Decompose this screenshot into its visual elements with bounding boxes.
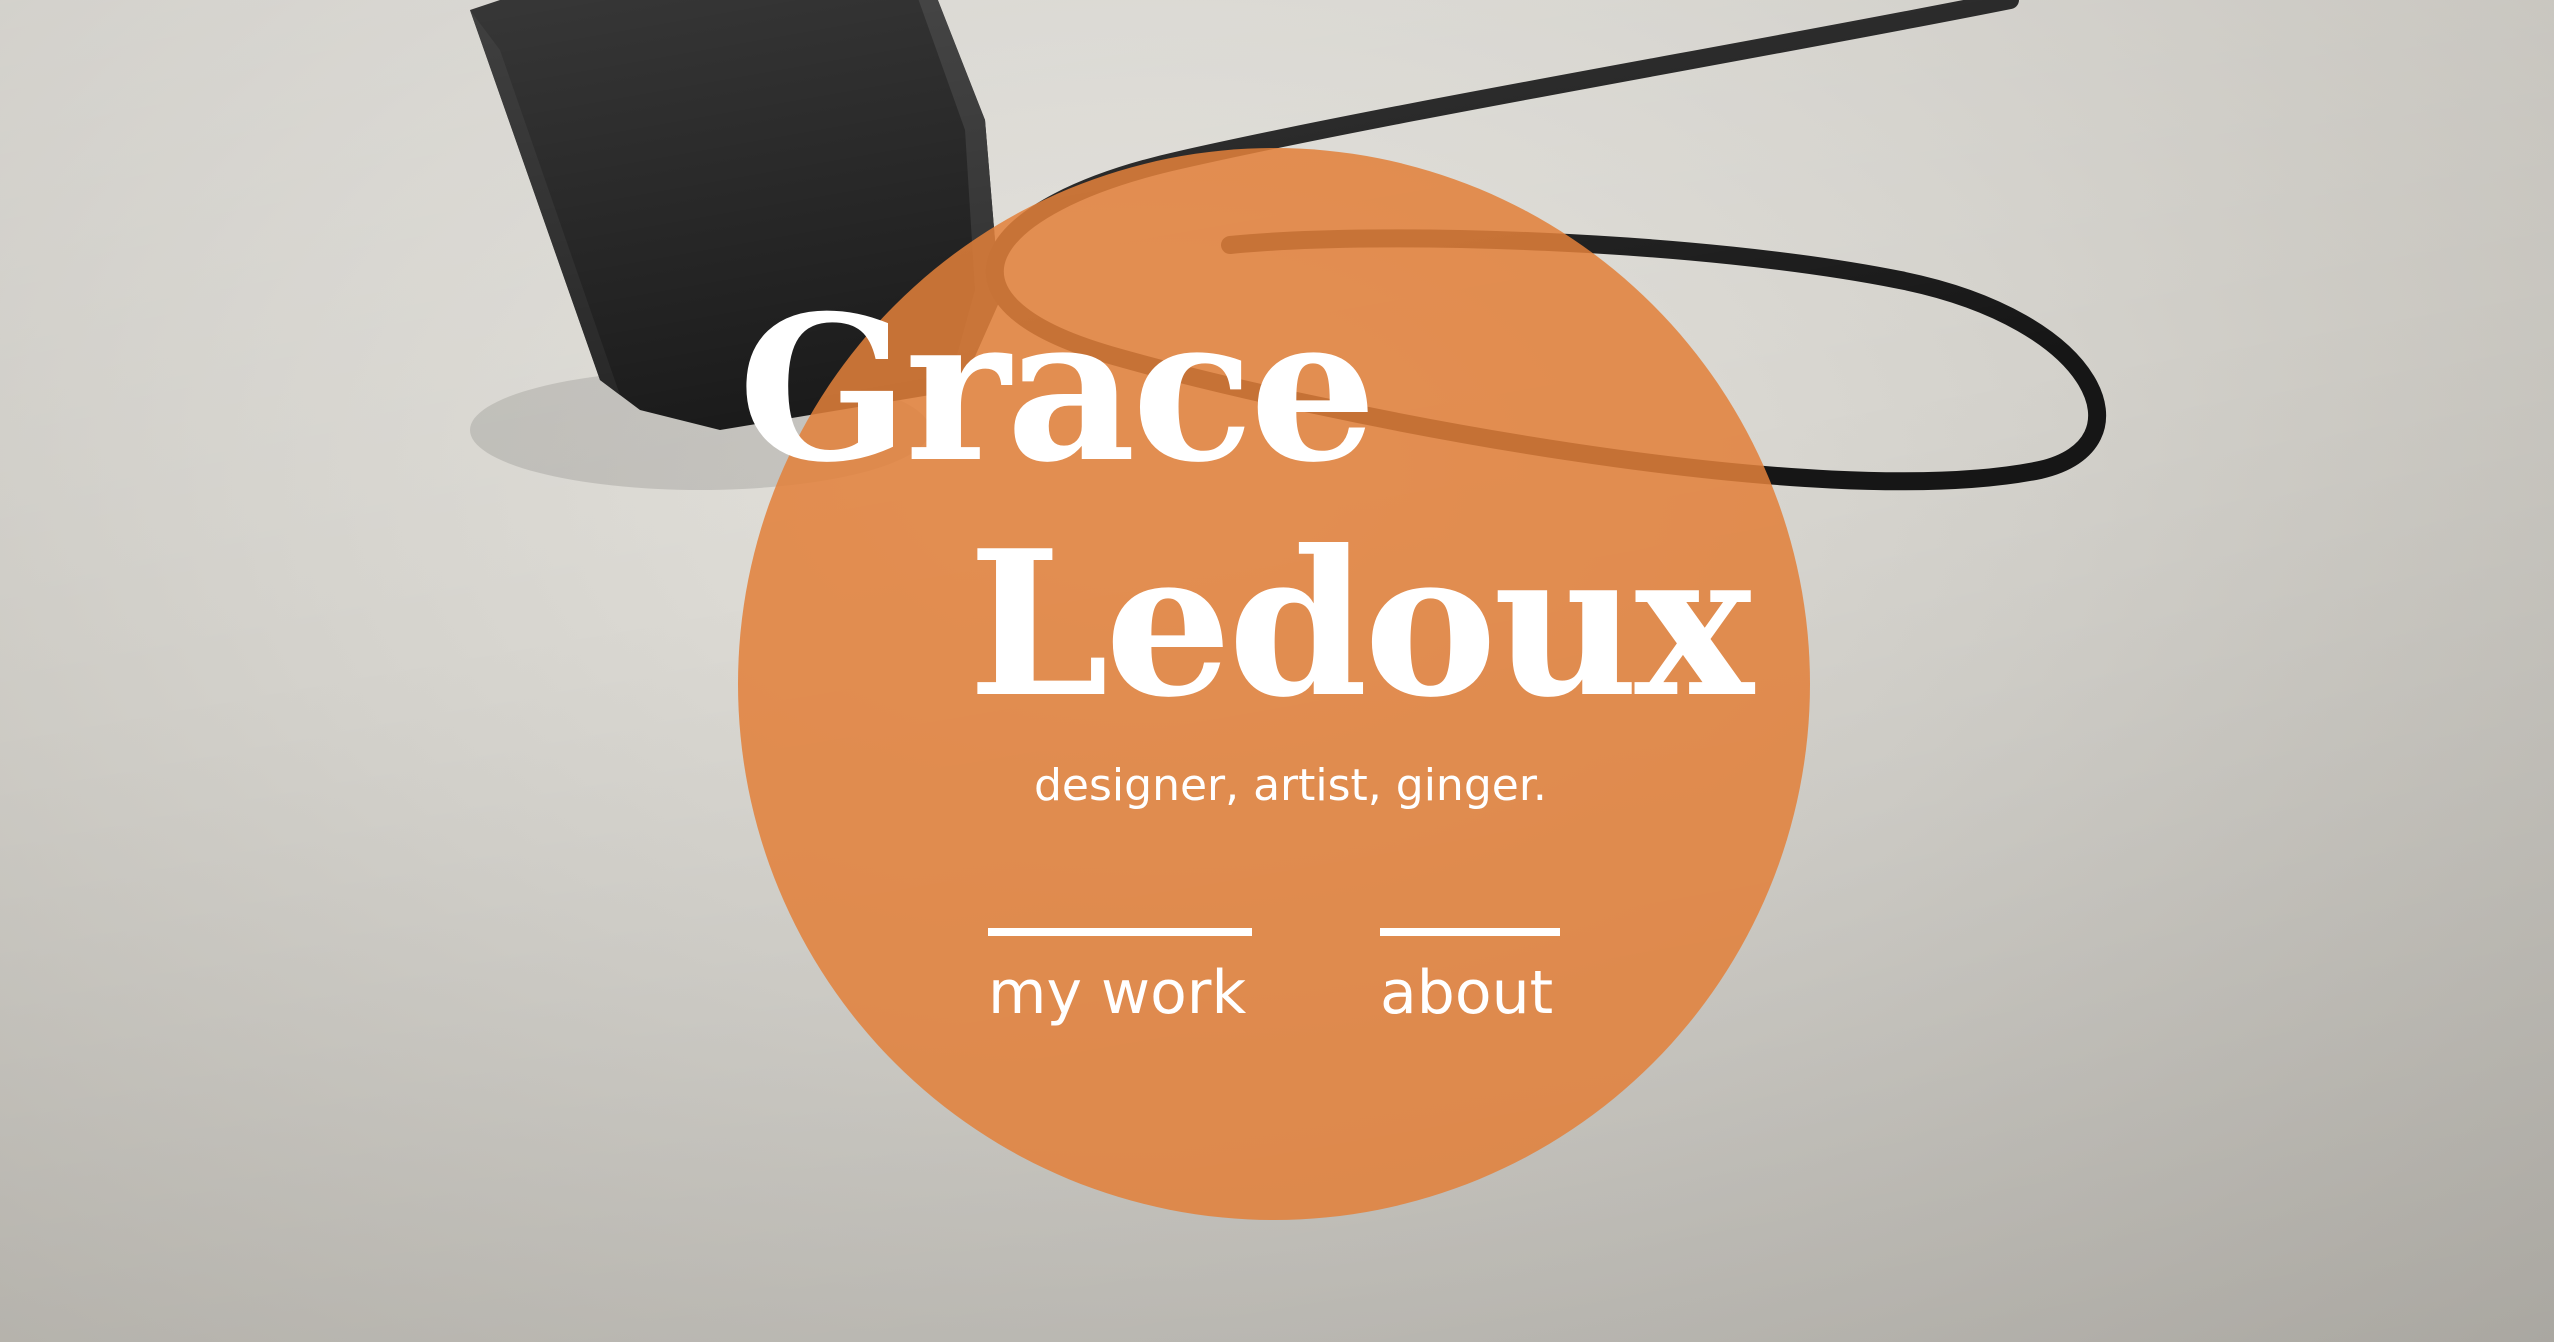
nav-about-link[interactable]: about (1380, 928, 1560, 1028)
nav-link-rule (988, 928, 1252, 936)
tagline: designer, artist, ginger. (1034, 760, 1547, 811)
nav-about-label: about (1380, 958, 1554, 1028)
name-first-line: Grace (738, 272, 1377, 507)
nav-my-work-label: my work (988, 958, 1247, 1028)
nav-link-rule (1380, 928, 1560, 936)
nav-my-work-link[interactable]: my work (988, 928, 1252, 1028)
hero-section: Grace Ledoux designer, artist, ginger. m… (0, 0, 2554, 1342)
name-last-line: Ledoux (968, 507, 1754, 742)
